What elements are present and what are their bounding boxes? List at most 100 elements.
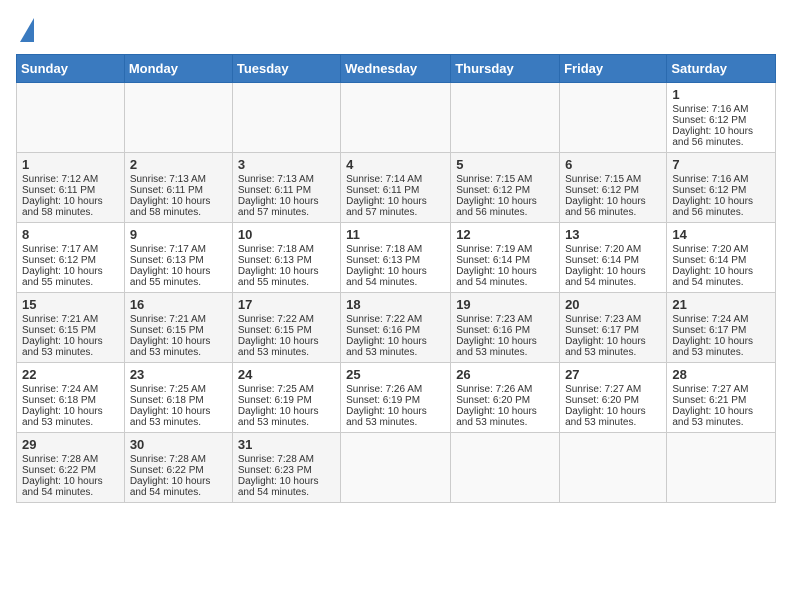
- daylight-text: Daylight: 10 hours and 55 minutes.: [22, 266, 103, 288]
- calendar-cell: 21 Sunrise: 7:24 AM Sunset: 6:17 PM Dayl…: [667, 293, 776, 363]
- daylight-text: Daylight: 10 hours and 53 minutes.: [456, 406, 537, 428]
- day-number: 23: [130, 367, 227, 382]
- sunrise-text: Sunrise: 7:27 AM: [672, 384, 748, 395]
- calendar-cell: 9 Sunrise: 7:17 AM Sunset: 6:13 PM Dayli…: [124, 223, 232, 293]
- day-number: 24: [238, 367, 335, 382]
- day-number: 27: [565, 367, 661, 382]
- calendar-cell: [560, 433, 667, 503]
- weekday-header: Monday: [124, 55, 232, 83]
- calendar-cell: 11 Sunrise: 7:18 AM Sunset: 6:13 PM Dayl…: [341, 223, 451, 293]
- day-number: 26: [456, 367, 554, 382]
- sunset-text: Sunset: 6:19 PM: [238, 395, 312, 406]
- sunrise-text: Sunrise: 7:20 AM: [565, 244, 641, 255]
- day-number: 15: [22, 297, 119, 312]
- calendar-week-row: 22 Sunrise: 7:24 AM Sunset: 6:18 PM Dayl…: [17, 363, 776, 433]
- sunset-text: Sunset: 6:14 PM: [672, 255, 746, 266]
- day-number: 1: [22, 157, 119, 172]
- sunset-text: Sunset: 6:13 PM: [238, 255, 312, 266]
- sunset-text: Sunset: 6:15 PM: [22, 325, 96, 336]
- daylight-text: Daylight: 10 hours and 55 minutes.: [130, 266, 211, 288]
- calendar-week-row: 1 Sunrise: 7:16 AM Sunset: 6:12 PM Dayli…: [17, 83, 776, 153]
- sunset-text: Sunset: 6:16 PM: [456, 325, 530, 336]
- logo: [16, 16, 34, 42]
- day-number: 21: [672, 297, 770, 312]
- daylight-text: Daylight: 10 hours and 57 minutes.: [346, 196, 427, 218]
- day-number: 20: [565, 297, 661, 312]
- sunrise-text: Sunrise: 7:18 AM: [238, 244, 314, 255]
- sunset-text: Sunset: 6:16 PM: [346, 325, 420, 336]
- sunset-text: Sunset: 6:14 PM: [565, 255, 639, 266]
- sunrise-text: Sunrise: 7:16 AM: [672, 174, 748, 185]
- sunrise-text: Sunrise: 7:21 AM: [130, 314, 206, 325]
- weekday-header: Thursday: [451, 55, 560, 83]
- calendar-cell: [124, 83, 232, 153]
- calendar-cell: 1 Sunrise: 7:16 AM Sunset: 6:12 PM Dayli…: [667, 83, 776, 153]
- daylight-text: Daylight: 10 hours and 53 minutes.: [238, 406, 319, 428]
- sunrise-text: Sunrise: 7:26 AM: [456, 384, 532, 395]
- day-number: 4: [346, 157, 445, 172]
- sunrise-text: Sunrise: 7:28 AM: [238, 454, 314, 465]
- calendar-cell: 7 Sunrise: 7:16 AM Sunset: 6:12 PM Dayli…: [667, 153, 776, 223]
- calendar-cell: 27 Sunrise: 7:27 AM Sunset: 6:20 PM Dayl…: [560, 363, 667, 433]
- sunset-text: Sunset: 6:11 PM: [22, 185, 95, 196]
- calendar-cell: 8 Sunrise: 7:17 AM Sunset: 6:12 PM Dayli…: [17, 223, 125, 293]
- sunrise-text: Sunrise: 7:20 AM: [672, 244, 748, 255]
- calendar-cell: 18 Sunrise: 7:22 AM Sunset: 6:16 PM Dayl…: [341, 293, 451, 363]
- sunrise-text: Sunrise: 7:16 AM: [672, 104, 748, 115]
- sunrise-text: Sunrise: 7:27 AM: [565, 384, 641, 395]
- daylight-text: Daylight: 10 hours and 56 minutes.: [672, 126, 753, 148]
- calendar-cell: 6 Sunrise: 7:15 AM Sunset: 6:12 PM Dayli…: [560, 153, 667, 223]
- sunset-text: Sunset: 6:11 PM: [238, 185, 311, 196]
- sunset-text: Sunset: 6:12 PM: [672, 185, 746, 196]
- sunset-text: Sunset: 6:23 PM: [238, 465, 312, 476]
- calendar-cell: 20 Sunrise: 7:23 AM Sunset: 6:17 PM Dayl…: [560, 293, 667, 363]
- day-number: 2: [130, 157, 227, 172]
- sunrise-text: Sunrise: 7:12 AM: [22, 174, 98, 185]
- sunset-text: Sunset: 6:20 PM: [565, 395, 639, 406]
- sunrise-text: Sunrise: 7:15 AM: [565, 174, 641, 185]
- calendar-table: SundayMondayTuesdayWednesdayThursdayFrid…: [16, 54, 776, 503]
- sunrise-text: Sunrise: 7:13 AM: [238, 174, 314, 185]
- sunrise-text: Sunrise: 7:22 AM: [346, 314, 422, 325]
- sunrise-text: Sunrise: 7:15 AM: [456, 174, 532, 185]
- calendar-cell: 3 Sunrise: 7:13 AM Sunset: 6:11 PM Dayli…: [232, 153, 340, 223]
- sunrise-text: Sunrise: 7:13 AM: [130, 174, 206, 185]
- calendar-cell: 26 Sunrise: 7:26 AM Sunset: 6:20 PM Dayl…: [451, 363, 560, 433]
- calendar-cell: 5 Sunrise: 7:15 AM Sunset: 6:12 PM Dayli…: [451, 153, 560, 223]
- calendar-cell: 16 Sunrise: 7:21 AM Sunset: 6:15 PM Dayl…: [124, 293, 232, 363]
- sunset-text: Sunset: 6:21 PM: [672, 395, 746, 406]
- day-number: 3: [238, 157, 335, 172]
- calendar-cell: 4 Sunrise: 7:14 AM Sunset: 6:11 PM Dayli…: [341, 153, 451, 223]
- sunset-text: Sunset: 6:22 PM: [130, 465, 204, 476]
- calendar-cell: 28 Sunrise: 7:27 AM Sunset: 6:21 PM Dayl…: [667, 363, 776, 433]
- sunset-text: Sunset: 6:17 PM: [565, 325, 639, 336]
- sunrise-text: Sunrise: 7:23 AM: [565, 314, 641, 325]
- daylight-text: Daylight: 10 hours and 54 minutes.: [22, 476, 103, 498]
- day-number: 29: [22, 437, 119, 452]
- daylight-text: Daylight: 10 hours and 54 minutes.: [672, 266, 753, 288]
- daylight-text: Daylight: 10 hours and 58 minutes.: [130, 196, 211, 218]
- day-number: 5: [456, 157, 554, 172]
- day-number: 12: [456, 227, 554, 242]
- day-number: 1: [672, 87, 770, 102]
- weekday-header: Friday: [560, 55, 667, 83]
- day-number: 13: [565, 227, 661, 242]
- calendar-cell: 2 Sunrise: 7:13 AM Sunset: 6:11 PM Dayli…: [124, 153, 232, 223]
- sunset-text: Sunset: 6:13 PM: [346, 255, 420, 266]
- day-number: 6: [565, 157, 661, 172]
- daylight-text: Daylight: 10 hours and 56 minutes.: [672, 196, 753, 218]
- sunset-text: Sunset: 6:11 PM: [346, 185, 419, 196]
- day-number: 31: [238, 437, 335, 452]
- sunrise-text: Sunrise: 7:25 AM: [130, 384, 206, 395]
- calendar-cell: 31 Sunrise: 7:28 AM Sunset: 6:23 PM Dayl…: [232, 433, 340, 503]
- sunset-text: Sunset: 6:11 PM: [130, 185, 203, 196]
- daylight-text: Daylight: 10 hours and 53 minutes.: [22, 406, 103, 428]
- sunrise-text: Sunrise: 7:18 AM: [346, 244, 422, 255]
- day-number: 28: [672, 367, 770, 382]
- calendar-week-row: 29 Sunrise: 7:28 AM Sunset: 6:22 PM Dayl…: [17, 433, 776, 503]
- sunset-text: Sunset: 6:18 PM: [130, 395, 204, 406]
- sunrise-text: Sunrise: 7:25 AM: [238, 384, 314, 395]
- sunrise-text: Sunrise: 7:21 AM: [22, 314, 98, 325]
- daylight-text: Daylight: 10 hours and 54 minutes.: [565, 266, 646, 288]
- sunset-text: Sunset: 6:12 PM: [22, 255, 96, 266]
